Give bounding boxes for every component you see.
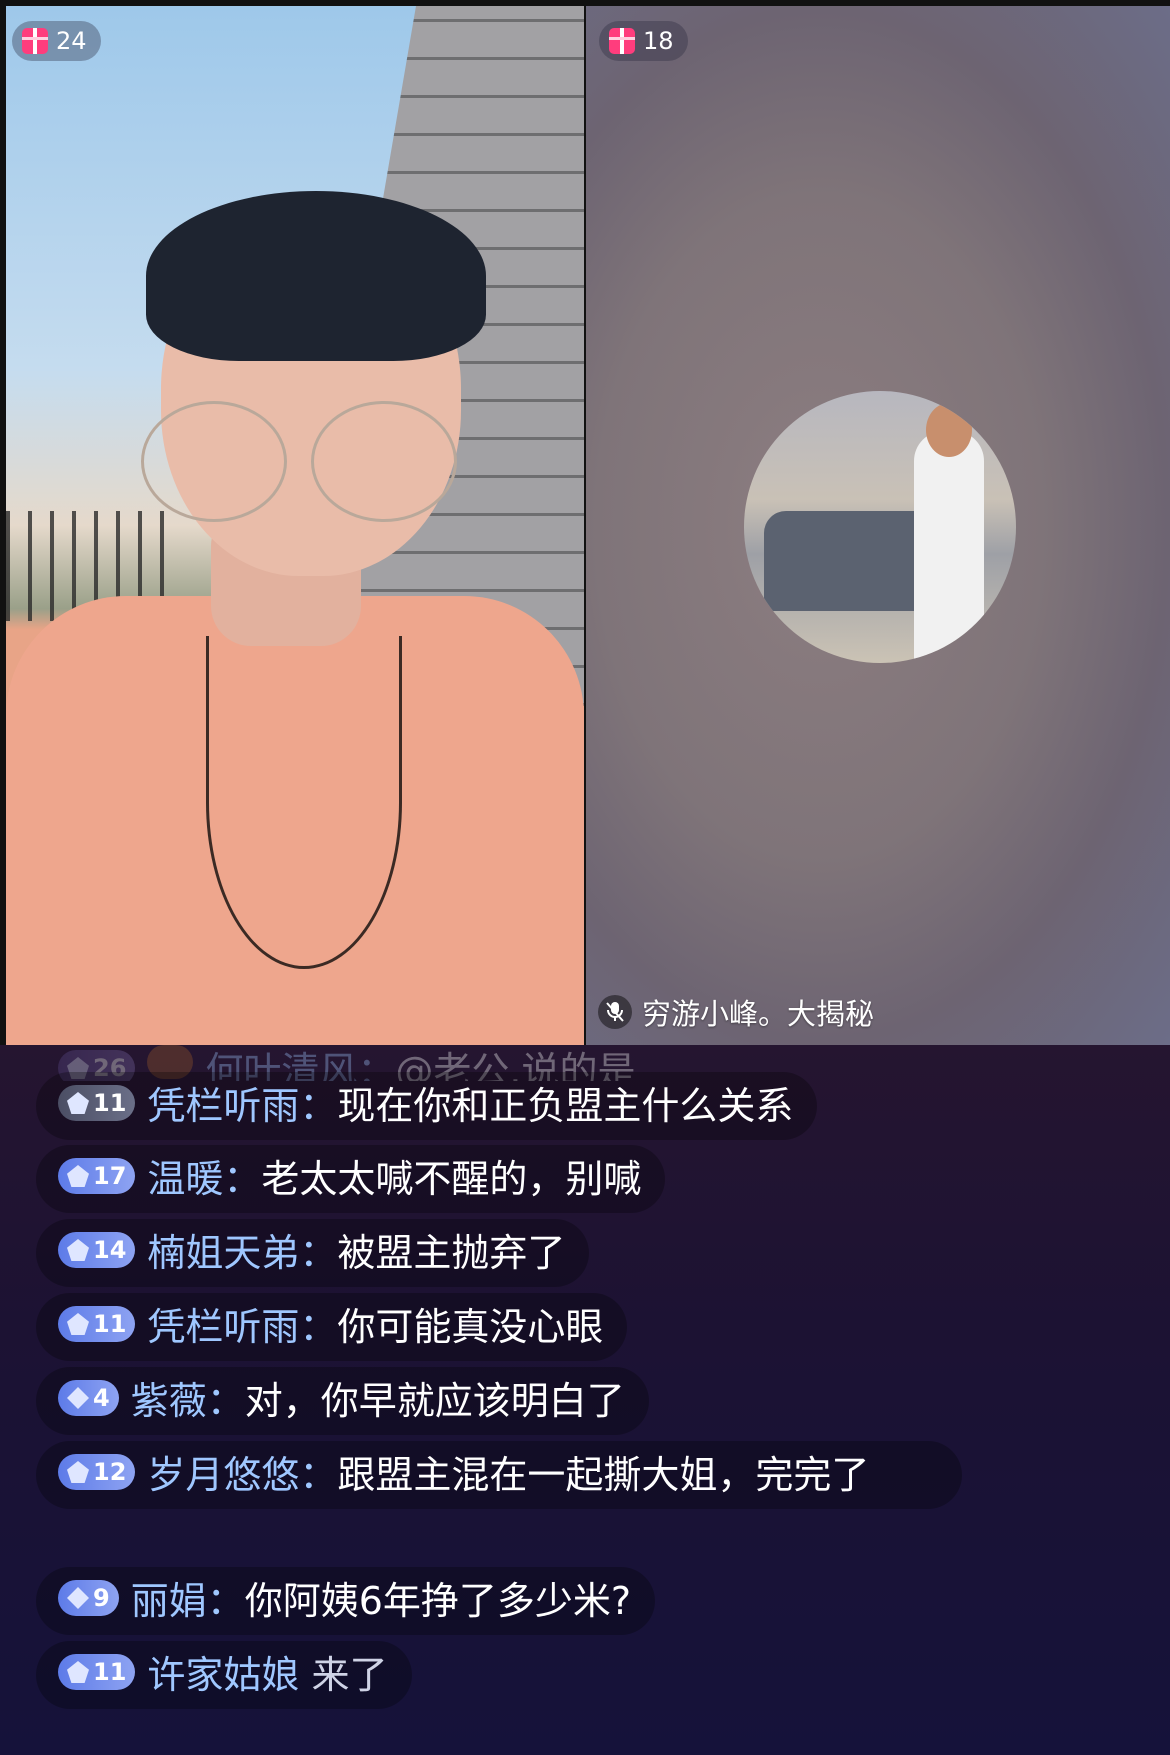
chat-text: 对，你早就应该明白了 bbox=[244, 1379, 625, 1423]
gift-count-right: 18 bbox=[643, 27, 674, 55]
mic-off-icon bbox=[598, 995, 632, 1029]
chat-message[interactable]: 14 楠姐天弟：被盟主抛弃了 bbox=[36, 1219, 590, 1287]
chat-text: 被盟主抛弃了 bbox=[337, 1231, 566, 1275]
chat-username[interactable]: 凭栏听雨： bbox=[147, 1305, 337, 1349]
gift-count-left: 24 bbox=[56, 27, 87, 55]
gem-icon bbox=[67, 1587, 89, 1609]
chat-text: 你阿姨6年挣了多少米? bbox=[244, 1579, 632, 1623]
gift-icon bbox=[609, 28, 635, 54]
level-badge: 14 bbox=[58, 1232, 136, 1268]
chat-username[interactable]: 温暖： bbox=[147, 1157, 261, 1201]
chat-username[interactable]: 楠姐天弟： bbox=[147, 1231, 337, 1275]
host-video-left[interactable]: 24 bbox=[6, 6, 584, 1045]
chat-message[interactable]: 9 丽娟：你阿姨6年挣了多少米? bbox=[36, 1567, 656, 1635]
chat-username[interactable]: 紫薇： bbox=[131, 1379, 245, 1423]
avatar-person bbox=[914, 403, 984, 663]
chat-message[interactable]: 4 紫薇：对，你早就应该明白了 bbox=[36, 1367, 649, 1435]
gem-icon bbox=[67, 1239, 89, 1261]
chat-username[interactable]: 岁月悠悠： bbox=[147, 1453, 337, 1497]
gem-icon bbox=[67, 1092, 89, 1114]
chat-message[interactable]: 17 温暖：老太太喊不醒的，别喊 bbox=[36, 1145, 666, 1213]
chat-message[interactable]: 11 凭栏听雨：你可能真没心眼 bbox=[36, 1293, 628, 1361]
chat-username[interactable]: 许家姑娘 bbox=[147, 1653, 299, 1697]
live-stage: 24 18 穷游小峰。大揭秘 bbox=[0, 0, 1170, 1045]
chat-message[interactable]: 11 许家姑娘 来了 bbox=[36, 1641, 412, 1709]
gem-icon bbox=[67, 1313, 89, 1335]
chat-username[interactable]: 凭栏听雨： bbox=[147, 1084, 337, 1128]
guest-video-right[interactable]: 18 穷游小峰。大揭秘 bbox=[586, 6, 1170, 1045]
level-badge: 11 bbox=[58, 1306, 136, 1342]
gem-icon bbox=[67, 1165, 89, 1187]
gem-icon bbox=[67, 1387, 89, 1409]
gift-count-badge-left[interactable]: 24 bbox=[12, 21, 101, 61]
guest-name: 穷游小峰。大揭秘 bbox=[642, 997, 875, 1031]
level-badge: 11 bbox=[58, 1654, 136, 1690]
gift-count-badge-right[interactable]: 18 bbox=[599, 21, 688, 61]
gem-icon bbox=[67, 1661, 89, 1683]
chat-username[interactable]: 丽娟： bbox=[131, 1579, 245, 1623]
gift-icon bbox=[22, 28, 48, 54]
necklace bbox=[206, 636, 402, 969]
gem-icon bbox=[67, 1461, 89, 1483]
level-badge: 11 bbox=[58, 1085, 136, 1121]
chat-text: 老太太喊不醒的，别喊 bbox=[261, 1157, 642, 1201]
chat-text: 来了 bbox=[311, 1653, 388, 1697]
chat-message[interactable]: 12 岁月悠悠：跟盟主混在一起撕大姐，完完了 bbox=[36, 1441, 962, 1509]
chat-text: 跟盟主混在一起撕大姐，完完了 bbox=[337, 1453, 870, 1497]
host-hair bbox=[146, 191, 486, 361]
level-badge: 12 bbox=[58, 1454, 136, 1490]
level-badge: 9 bbox=[58, 1580, 119, 1616]
guest-name-label[interactable]: 穷游小峰。大揭秘 bbox=[598, 991, 874, 1033]
chat-text: 现在你和正负盟主什么关系 bbox=[337, 1084, 794, 1128]
guest-avatar[interactable] bbox=[744, 391, 1016, 663]
level-badge: 17 bbox=[58, 1158, 136, 1194]
level-badge: 4 bbox=[58, 1380, 119, 1416]
chat-list[interactable]: 26 何叶清风：@老公.说的是 11 凭栏听雨：现在你和正负盟主什么关系 17 温暖：… bbox=[0, 1045, 1170, 1755]
chat-text: 你可能真没心眼 bbox=[337, 1305, 604, 1349]
glasses bbox=[141, 401, 461, 522]
chat-message[interactable]: 11 凭栏听雨：现在你和正负盟主什么关系 bbox=[36, 1072, 818, 1140]
